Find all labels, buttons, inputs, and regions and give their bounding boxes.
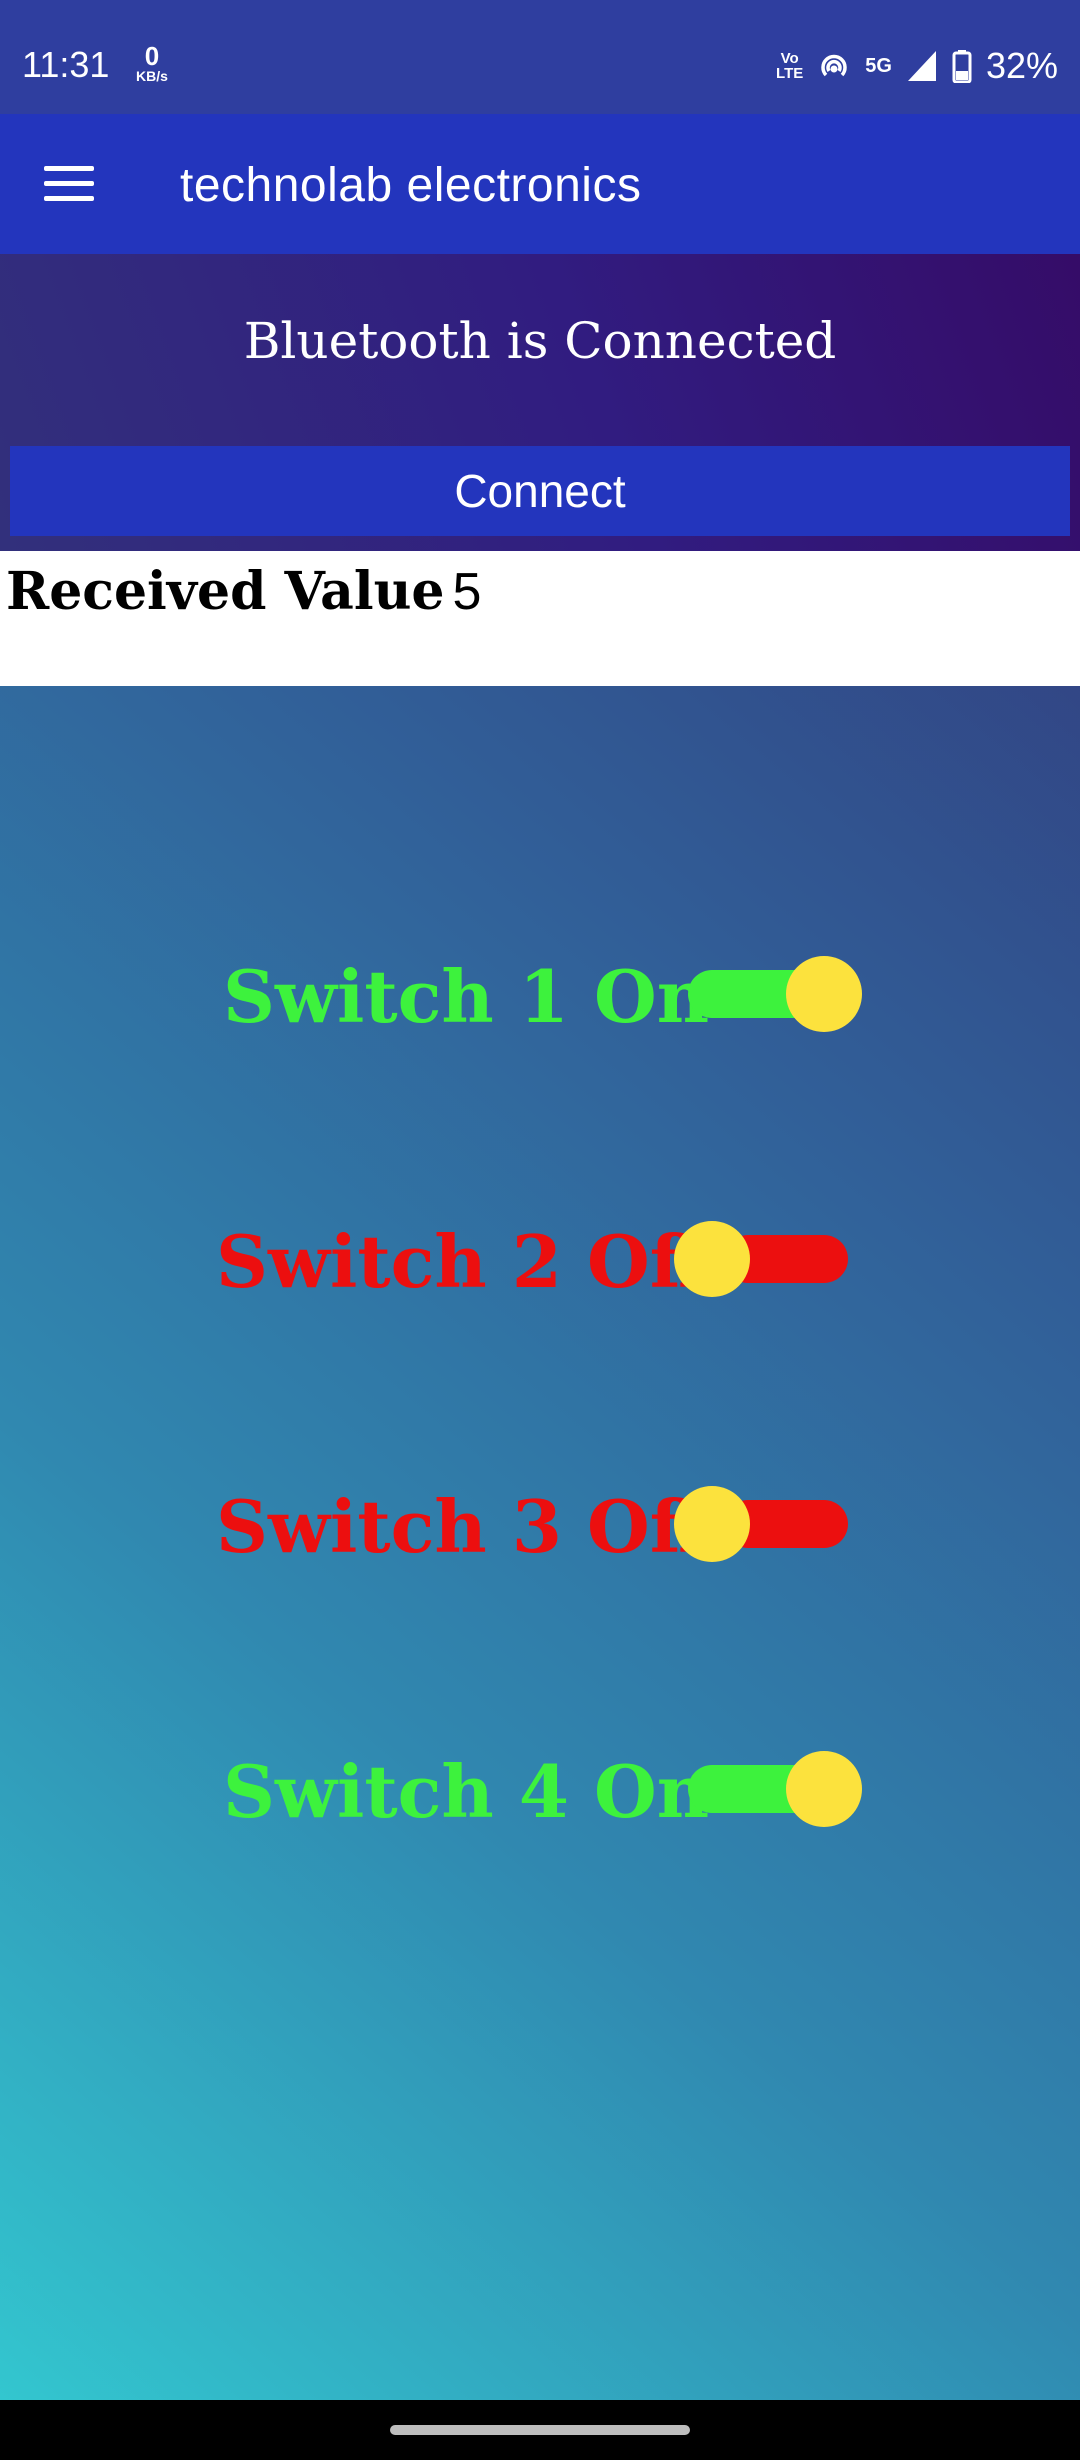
received-value-area: Received Value 5 xyxy=(0,551,1080,686)
status-time: 11:31 xyxy=(22,44,110,85)
switch-2-thumb xyxy=(674,1221,750,1297)
battery-icon xyxy=(952,50,972,83)
status-icons: Vo LTE 5G 32% xyxy=(776,44,1058,88)
received-value-text: Received Value 5 xyxy=(6,561,481,622)
bluetooth-panel: Bluetooth is Connected Connect xyxy=(0,254,1080,551)
received-value-label: Received Value xyxy=(6,561,445,622)
signal-icon xyxy=(907,51,936,81)
network-type-icon: 5G xyxy=(865,55,892,77)
switch-1-thumb xyxy=(786,956,862,1032)
switch-2-label: Switch 2 Off xyxy=(216,1219,709,1304)
network-speed-unit: KB/s xyxy=(136,68,168,84)
received-value: 5 xyxy=(452,563,482,621)
connect-button[interactable]: Connect xyxy=(10,446,1070,536)
hamburger-menu-icon[interactable] xyxy=(44,166,94,202)
network-speed: 0 KB/s xyxy=(130,41,174,84)
home-gesture-handle[interactable] xyxy=(390,2425,690,2435)
volte-icon: Vo LTE xyxy=(776,50,804,82)
network-speed-value: 0 xyxy=(144,41,160,71)
switch-1-label: Switch 1 On xyxy=(223,954,710,1039)
switch-2-toggle[interactable] xyxy=(674,1221,864,1297)
hotspot-icon xyxy=(821,54,847,77)
app-bar: technolab electronics xyxy=(0,114,1080,254)
switch-3-label: Switch 3 Off xyxy=(216,1484,709,1569)
switch-3-toggle[interactable] xyxy=(674,1486,864,1562)
switch-4-toggle[interactable] xyxy=(688,1751,878,1827)
switch-3-thumb xyxy=(674,1486,750,1562)
bluetooth-status: Bluetooth is Connected xyxy=(243,312,837,370)
switch-4-label: Switch 4 On xyxy=(223,1749,710,1834)
switch-1-toggle[interactable] xyxy=(688,956,878,1032)
switch-4-thumb xyxy=(786,1751,862,1827)
app-title: technolab electronics xyxy=(180,159,642,212)
app-screen: 11:31 0 KB/s Vo LTE 5G 32% technolab ele… xyxy=(0,0,1080,2400)
navigation-bar xyxy=(0,2400,1080,2460)
status-bar: 11:31 0 KB/s Vo LTE 5G 32% xyxy=(0,0,1080,114)
battery-percent: 32% xyxy=(985,45,1058,86)
